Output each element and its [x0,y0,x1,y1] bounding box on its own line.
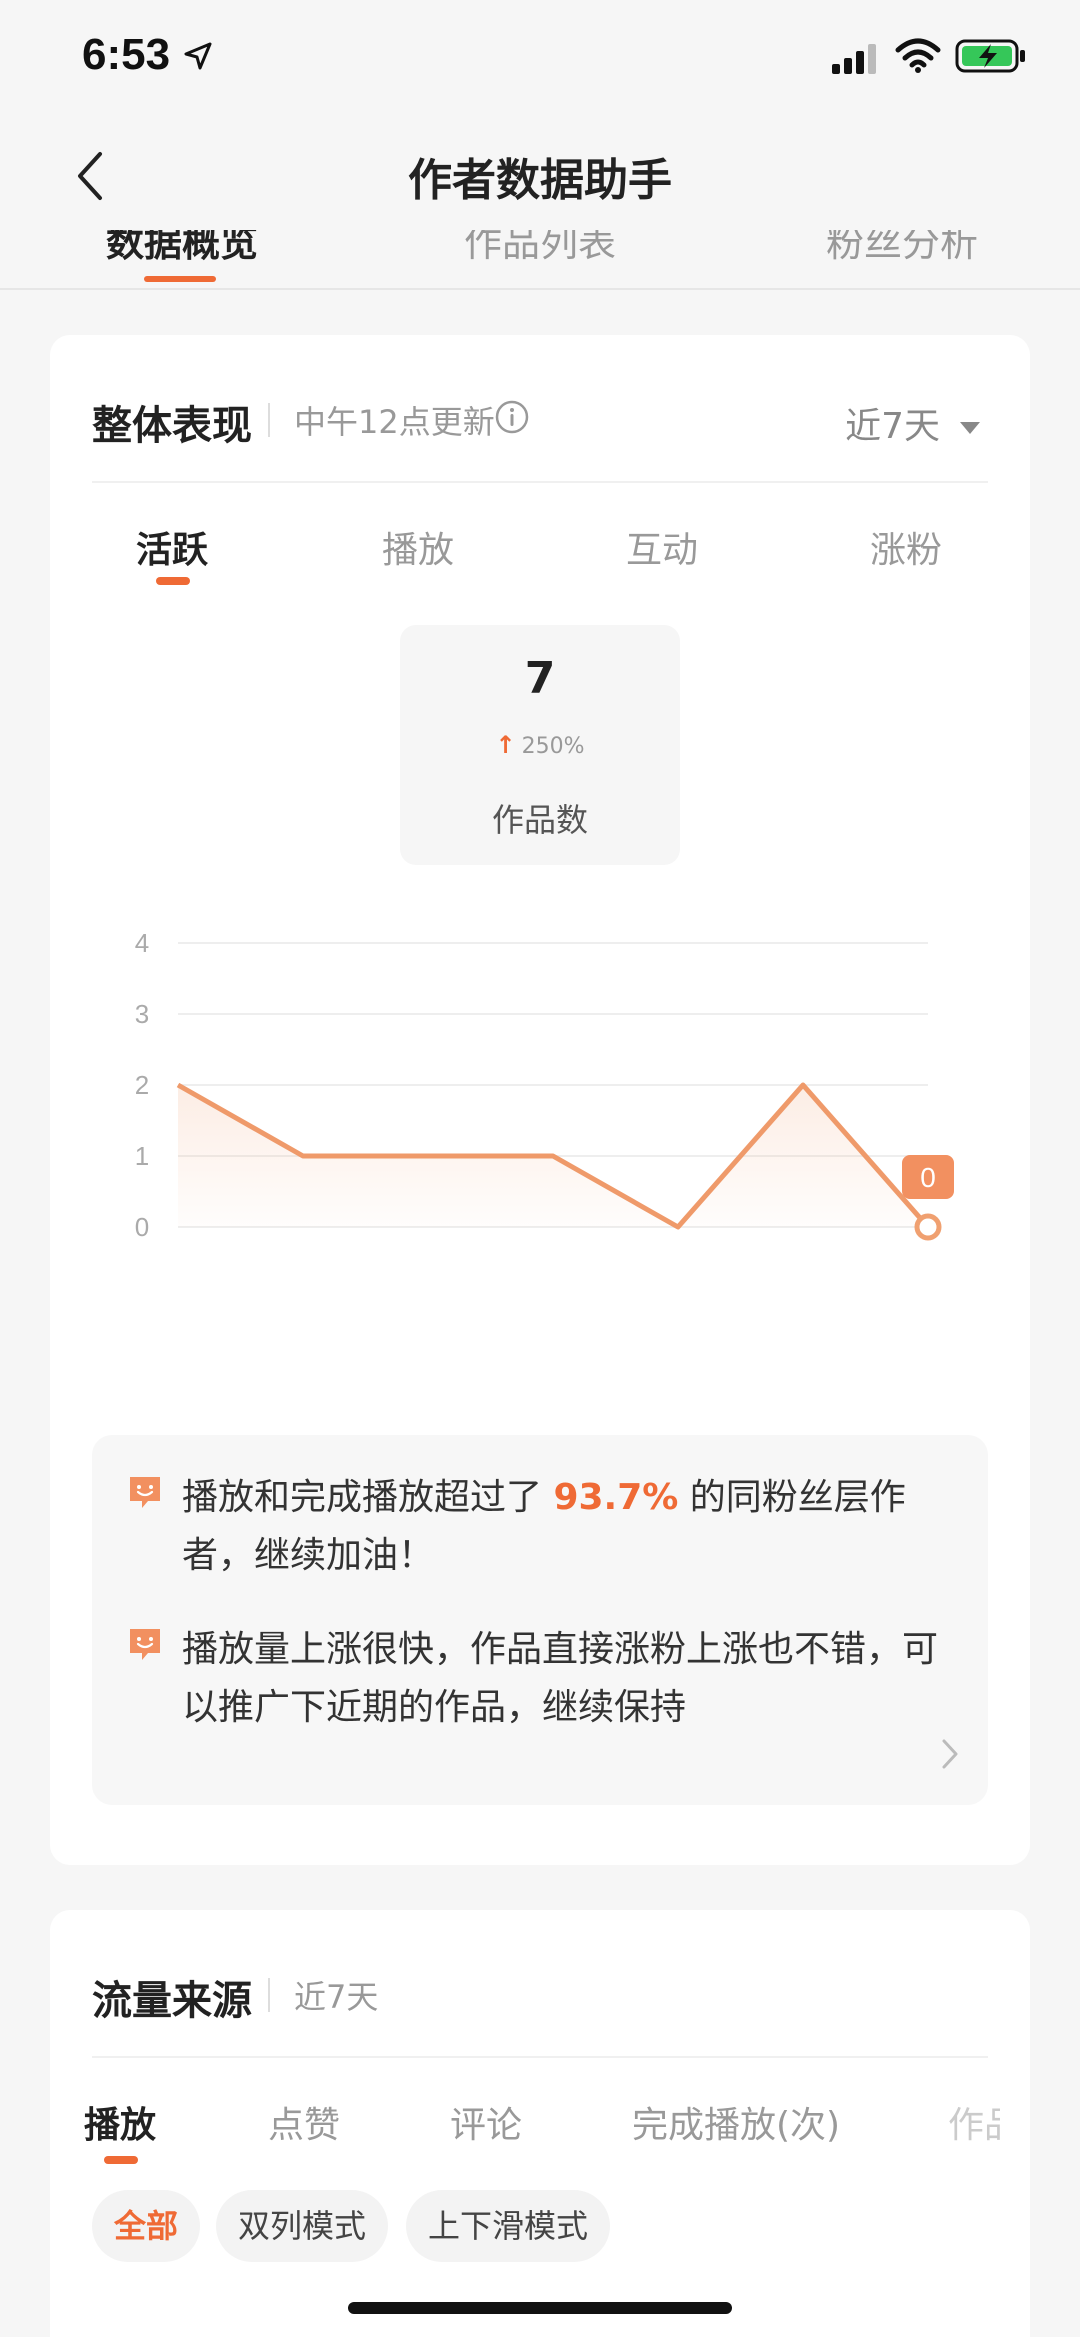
x-tick-label: 03-02 [770,1253,837,1255]
chevron-right-icon[interactable] [940,1737,960,1771]
title-separator [268,1978,270,2012]
metric-card[interactable]: 7 ↑ 250% 作品数 [400,625,680,865]
y-tick-label: 0 [135,1212,149,1242]
title-separator [268,403,270,437]
sub-tab-indicator [156,577,190,585]
x-tick-label: 02-26 [270,1253,337,1255]
range-label: 近7天 [845,406,940,447]
home-indicator [348,2302,732,2314]
tab-fans-analysis[interactable]: 粉丝分析 [826,230,978,267]
tab-play[interactable]: 播放 [382,521,454,573]
tab-works-list[interactable]: 作品列表 [464,230,616,267]
tab-active[interactable]: 活跃 [136,521,208,573]
y-tick-label: 3 [135,999,149,1029]
metric-label: 作品数 [491,801,588,839]
tip-1-pre: 播放和完成播放超过了 [182,1477,554,1518]
wifi-icon [895,38,941,73]
battery-charging-icon [955,39,1025,73]
activity-line-chart[interactable]: 0 1 2 3 4 02-25 02-26 02-27 02-28 03-01 03-02 03-03… [50,925,1030,1255]
info-icon[interactable] [494,399,530,435]
status-time: 6:53 [82,30,171,79]
tips-panel[interactable]: 播放和完成播放超过了 93.7% 的同粉丝层作者，继续加油！ 播放量上涨很快，作… [92,1435,988,1805]
nav-bar: 作者数据助手 [0,120,1080,230]
tooltip-value: 0 [920,1162,936,1193]
traffic-card: 流量来源 近7天 播放 点赞 评论 完成播放(次) 作品 全部 双列模式 上下滑… [50,1910,1030,2337]
tip-1-highlight: 93.7% [553,1477,679,1518]
metric-value: 7 [524,653,556,704]
mode-double-column-button[interactable]: 双列模式 [216,2190,389,2262]
tab-followers-gain[interactable]: 涨粉 [870,521,942,573]
x-tick-label: 03-01 [645,1253,712,1255]
tab-traffic-play[interactable]: 播放 [84,2096,156,2148]
tip-2-text: 播放量上涨很快，作品直接涨粉上涨也不错，可以推广下近期的作品，继续保持 [182,1629,939,1728]
tab-traffic-likes[interactable]: 点赞 [268,2096,340,2148]
tip-1: 播放和完成播放超过了 93.7% 的同粉丝层作者，继续加油！ [182,1469,962,1585]
metric-change-value: 250% [521,734,585,759]
tab-traffic-comments[interactable]: 评论 [450,2096,522,2148]
x-tick-label: 03-03 [895,1253,962,1255]
traffic-range: 近7天 [294,1978,379,2016]
metric-change: ↑ 250% [400,731,680,759]
tab-traffic-complete-plays[interactable]: 完成播放(次) [632,2096,840,2148]
y-tick-label: 1 [135,1141,149,1171]
divider [92,2056,988,2058]
tab-data-overview[interactable]: 数据概览 [106,230,258,267]
overview-title: 整体表现 [92,403,252,449]
traffic-tab-indicator [104,2156,138,2164]
location-arrow-icon [184,42,212,70]
tab-traffic-works[interactable]: 作品 [948,2096,1000,2148]
highlight-point[interactable] [914,1213,942,1241]
mode-all-button[interactable]: 全部 [92,2190,201,2262]
range-dropdown[interactable]: 近7天 [845,397,980,449]
update-note: 中午12点更新 [294,403,495,441]
arrow-up-icon: ↑ [495,731,516,759]
x-tick-label: 02-27 [395,1253,462,1255]
y-tick-label: 4 [135,928,149,958]
divider [92,481,988,483]
x-tick-label: 02-25 [145,1253,212,1255]
page-title: 作者数据助手 [408,155,672,206]
mode-vertical-scroll-button[interactable]: 上下滑模式 [406,2190,611,2262]
traffic-title: 流量来源 [92,1978,252,2024]
y-tick-label: 2 [135,1070,149,1100]
x-tick-label: 02-28 [520,1253,587,1255]
tab-indicator [144,276,216,282]
top-tab-bar: 数据概览 作品列表 粉丝分析 [0,230,1080,290]
caret-down-icon [960,422,980,434]
smile-chat-icon [130,1477,160,1508]
tip-2: 播放量上涨很快，作品直接涨粉上涨也不错，可以推广下近期的作品，继续保持 [182,1621,962,1737]
smile-chat-icon [130,1629,160,1660]
cellular-signal-icon [832,44,876,74]
status-bar: 6:53 [0,0,1080,120]
overview-card: 整体表现 中午12点更新 近7天 活跃 播放 互动 涨粉 7 ↑ 250% 作品数… [50,335,1030,1865]
tab-interaction[interactable]: 互动 [626,521,698,573]
